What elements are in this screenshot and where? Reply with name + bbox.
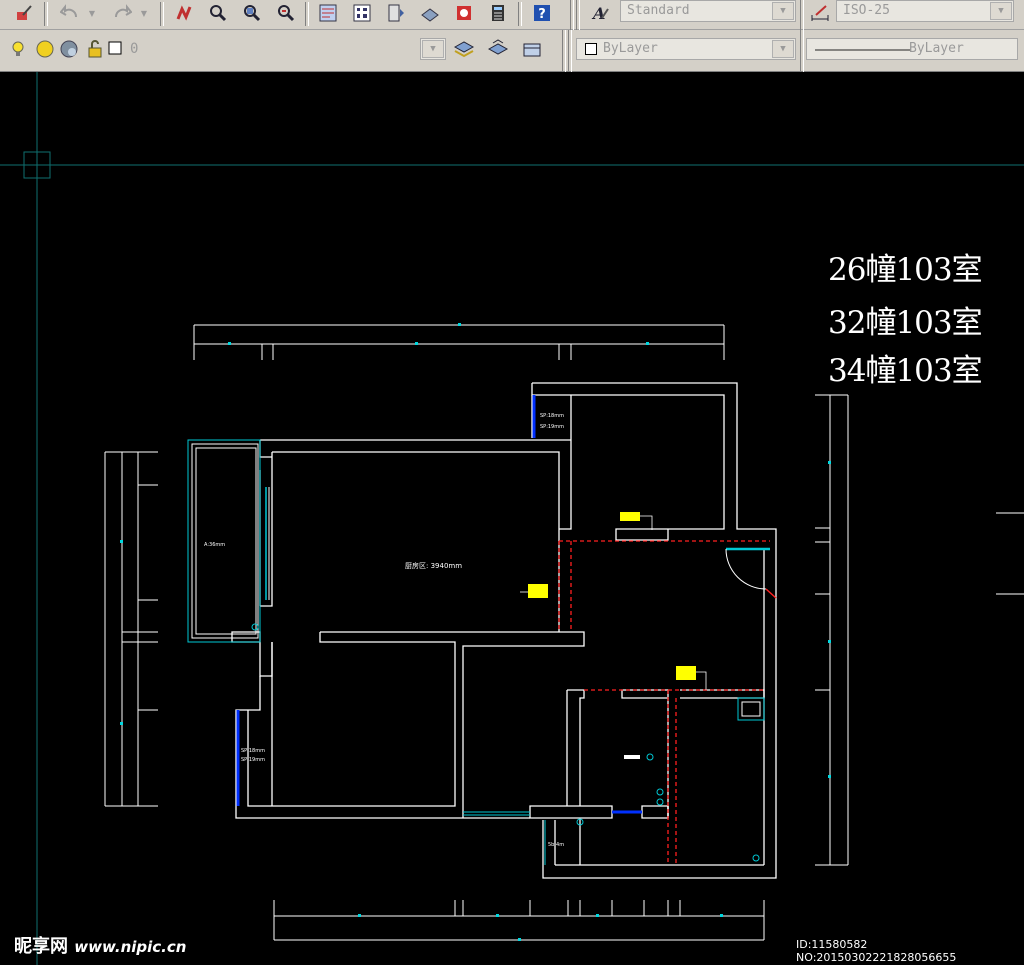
text-style-icon[interactable]: A — [588, 2, 612, 24]
match-properties-icon[interactable] — [12, 2, 36, 24]
make-object-layer-current-icon[interactable] — [486, 38, 510, 60]
drawing-canvas[interactable]: A:36mm SP:18mm SP:19mm SP:18mm SP:19mm 5… — [0, 72, 1024, 965]
undo-dropdown-icon[interactable]: ▼ — [86, 2, 98, 24]
watermark-url: www.nipic.cn — [74, 938, 187, 956]
dimension-points — [228, 323, 649, 345]
chevron-down-icon[interactable]: ▼ — [422, 40, 444, 58]
markup-set-icon[interactable] — [452, 2, 476, 24]
unit-title-3: 34幢103室 — [828, 353, 983, 389]
svg-text:5b:4m: 5b:4m — [548, 842, 564, 848]
zoom-realtime-icon[interactable] — [206, 2, 230, 24]
redo-dropdown-icon[interactable]: ▼ — [138, 2, 150, 24]
layer-thaw-icon[interactable] — [34, 38, 56, 60]
dimension-points — [358, 914, 723, 941]
layer-previous-icon[interactable] — [520, 38, 544, 60]
layer-properties-icon[interactable] — [452, 38, 476, 60]
watermark-brand: 昵享网 — [14, 936, 68, 957]
chevron-down-icon[interactable]: ▼ — [990, 2, 1012, 20]
unit-title-2: 32幢103室 — [828, 305, 983, 341]
left-dimension — [104, 451, 158, 807]
layer-name: 0 — [130, 41, 139, 57]
standard-toolbar: ▼ ▼ ? A Standard ▼ ISO-25 ▼ — [0, 0, 1024, 30]
help-icon[interactable]: ? — [530, 2, 554, 24]
dimension-style-icon[interactable] — [808, 2, 832, 24]
svg-text:A:36mm: A:36mm — [204, 542, 225, 548]
balcony-window: A:36mm — [187, 439, 270, 643]
redo-icon[interactable] — [110, 2, 134, 24]
bottom-dimension — [273, 900, 765, 941]
door-swings — [236, 395, 777, 814]
color-control-value: ByLayer — [603, 41, 658, 56]
right-dimension — [815, 394, 1024, 866]
separator — [305, 2, 309, 26]
svg-text:A: A — [591, 4, 605, 23]
separator — [570, 0, 574, 30]
undo-icon[interactable] — [58, 2, 82, 24]
separator — [562, 30, 566, 72]
area-label: 厨房区: 3940mm — [405, 561, 462, 570]
layers-toolbar: 0 ▼ ByLayer ▼ ByLayer — [0, 30, 1024, 72]
sheet-set-icon[interactable] — [418, 2, 442, 24]
chevron-down-icon[interactable]: ▼ — [772, 40, 794, 58]
crosshair-cursor — [0, 72, 1024, 965]
svg-text:SP:19mm: SP:19mm — [540, 424, 564, 430]
top-dimension — [193, 324, 725, 360]
separator — [576, 0, 580, 30]
layer-viewport-icon[interactable] — [58, 38, 80, 60]
watermark: 昵享网 www.nipic.cn — [14, 932, 186, 958]
separator — [518, 2, 522, 26]
quickcalc-icon[interactable] — [486, 2, 510, 24]
floor-plan-walls — [231, 382, 777, 879]
svg-text:SP:18mm: SP:18mm — [241, 748, 265, 754]
design-center-icon[interactable] — [350, 2, 374, 24]
properties-icon[interactable] — [316, 2, 340, 24]
text-style-value: Standard — [627, 3, 690, 18]
separator — [800, 30, 804, 72]
separator — [800, 0, 804, 30]
unit-title-1: 26幢103室 — [828, 252, 983, 288]
layer-dropdown[interactable]: ▼ — [420, 38, 446, 60]
linetype-sample-icon — [815, 49, 911, 51]
layer-lock-icon[interactable] — [84, 38, 106, 60]
layer-on-icon[interactable] — [10, 38, 26, 60]
separator — [44, 2, 48, 26]
chevron-down-icon[interactable]: ▼ — [772, 2, 794, 20]
separator — [160, 2, 164, 26]
svg-text:SP:19mm: SP:19mm — [241, 757, 265, 763]
linetype-control-select[interactable]: ByLayer — [806, 38, 1018, 60]
svg-text:?: ? — [538, 7, 546, 22]
svg-text:SP:18mm: SP:18mm — [540, 413, 564, 419]
linetype-control-value: ByLayer — [909, 41, 964, 56]
dimension-style-select[interactable]: ISO-25 ▼ — [836, 0, 1014, 22]
zoom-previous-icon[interactable] — [274, 2, 298, 24]
pan-icon[interactable] — [172, 2, 196, 24]
leader-tags — [520, 512, 707, 690]
image-id-label: ID:11580582 NO:20150302221828056655 — [796, 938, 957, 964]
separator — [568, 30, 572, 72]
room-annotations: SP:18mm SP:19mm SP:18mm SP:19mm 5b:4m — [241, 413, 760, 862]
color-swatch-icon — [585, 43, 597, 55]
zoom-window-icon[interactable] — [240, 2, 264, 24]
dimension-style-value: ISO-25 — [843, 3, 890, 18]
layer-color-swatch[interactable] — [108, 41, 122, 55]
text-style-select[interactable]: Standard ▼ — [620, 0, 796, 22]
tool-palettes-icon[interactable] — [384, 2, 408, 24]
color-control-select[interactable]: ByLayer ▼ — [576, 38, 796, 60]
